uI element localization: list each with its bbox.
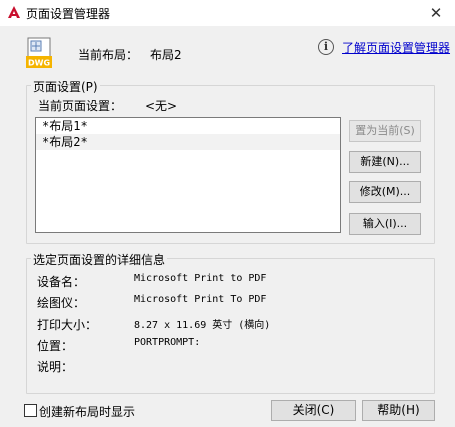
title-bar: 页面设置管理器 ✕ <box>0 0 455 26</box>
dwg-icon-label: DWG <box>28 59 50 68</box>
plotter-label: 绘图仪： <box>37 296 86 310</box>
device-name-label: 设备名： <box>37 275 86 289</box>
location-label: 位置： <box>37 339 74 353</box>
modify-button[interactable]: 修改(M)... <box>349 181 421 203</box>
details-group-title: 选定页面设置的详细信息 <box>31 251 168 268</box>
current-page-setup-label: 当前页面设置： <box>38 99 123 113</box>
import-button[interactable]: 输入(I)... <box>349 213 421 235</box>
new-button[interactable]: 新建(N)... <box>349 151 421 173</box>
show-on-new-layout-checkbox[interactable] <box>24 404 37 417</box>
set-current-button[interactable]: 置为当前(S) <box>349 120 421 142</box>
show-on-new-layout-label[interactable]: 创建新布局时显示 <box>39 403 135 420</box>
current-page-setup-value: <无> <box>145 99 178 113</box>
learn-page-setup-link[interactable]: 了解页面设置管理器 <box>342 39 450 56</box>
info-icon: i <box>318 39 334 55</box>
close-button[interactable]: 关闭(C) <box>271 400 356 421</box>
plotter-value: Microsoft Print To PDF <box>134 294 267 305</box>
autocad-app-icon <box>8 6 20 18</box>
device-name-value: Microsoft Print to PDF <box>134 273 267 284</box>
page-setups-group-title: 页面设置(P) <box>31 78 100 95</box>
description-label: 说明： <box>37 360 74 374</box>
help-button[interactable]: 帮助(H) <box>362 400 435 421</box>
location-value: PORTPROMPT: <box>134 337 201 348</box>
dwg-file-icon: DWG <box>26 37 52 68</box>
list-item[interactable]: *布局2* <box>36 134 340 150</box>
plot-size-value: 8.27 x 11.69 英寸 (横向) <box>134 320 271 331</box>
list-item[interactable]: *布局1* <box>36 118 340 134</box>
page-setup-manager-dialog: 页面设置管理器 ✕ DWG 当前布局： 布局2 i 了解页面设置管理器 页面设置… <box>0 0 455 427</box>
current-layout-value: 布局2 <box>150 48 182 62</box>
current-layout-label: 当前布局： <box>78 48 139 62</box>
close-icon[interactable]: ✕ <box>425 3 447 23</box>
page-setup-list[interactable]: *布局1* *布局2* <box>35 117 341 233</box>
plot-size-label: 打印大小： <box>37 318 98 332</box>
window-title: 页面设置管理器 <box>26 7 111 21</box>
